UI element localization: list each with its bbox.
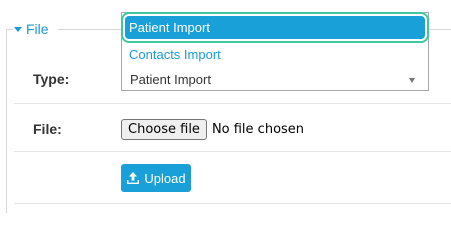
upload-button-label: Upload [144, 170, 186, 186]
fieldset-legend-toggle[interactable]: File [14, 20, 49, 38]
caret-down-icon [14, 27, 22, 32]
choose-file-button[interactable]: Choose file [121, 119, 207, 140]
row-divider [14, 151, 451, 152]
dropdown-option-patient-import[interactable]: Patient Import [125, 16, 425, 39]
fieldset-border-left [6, 29, 7, 213]
fieldset-border-top-left [6, 29, 13, 30]
upload-icon [127, 172, 140, 184]
type-select-value: Patient Import [130, 72, 211, 87]
upload-button[interactable]: Upload [121, 164, 191, 192]
select-arrow-icon [409, 78, 415, 83]
type-select-dropdown: Patient Import Contacts Import [121, 12, 429, 69]
type-select[interactable]: Patient Import [121, 69, 429, 91]
row-divider [14, 103, 451, 104]
dropdown-option-contacts-import[interactable]: Contacts Import [122, 44, 428, 66]
fieldset-legend-label: File [26, 21, 49, 37]
row-divider [14, 203, 451, 204]
type-label: Type: [33, 71, 70, 87]
file-input[interactable]: Choose file No file chosen [121, 119, 304, 140]
file-status-text: No file chosen [211, 122, 305, 137]
file-label: File: [33, 121, 62, 137]
